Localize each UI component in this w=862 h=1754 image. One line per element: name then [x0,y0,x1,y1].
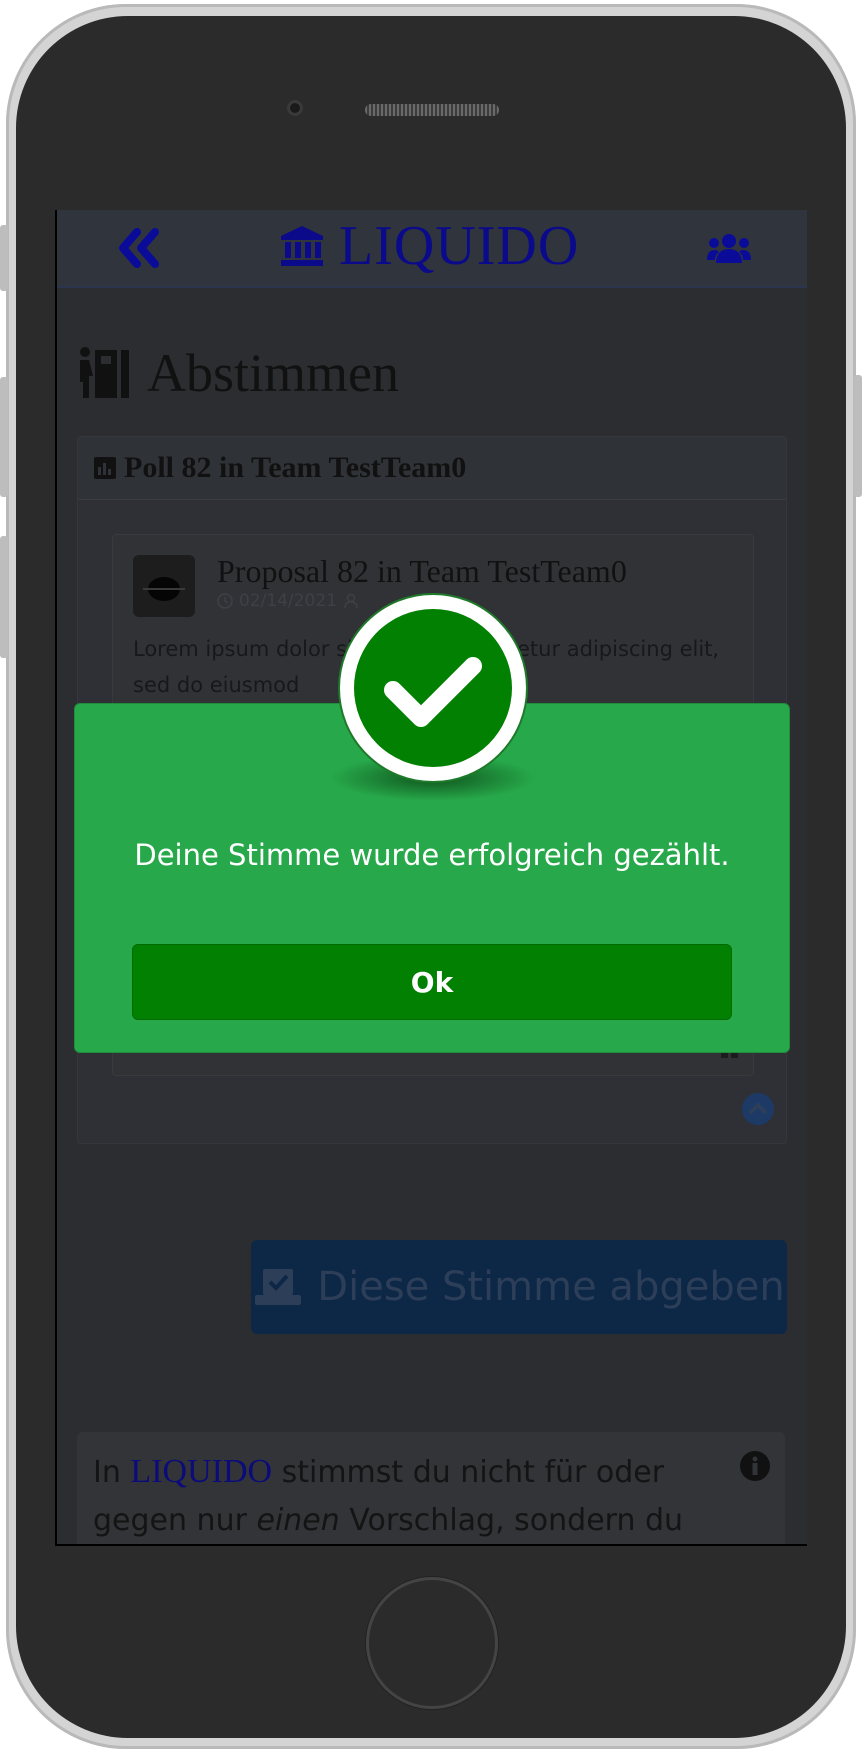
chevron-up-icon[interactable] [742,1093,774,1125]
team-button[interactable] [707,232,751,268]
page-title-row: Abstimmen [77,342,399,404]
info-emphasis: einen [256,1503,340,1538]
poll-chart-icon [94,457,116,479]
side-button [0,377,8,497]
info-text: In LIQUIDO stimmst du nicht für oder geg… [93,1448,693,1544]
camera [287,100,303,116]
side-button [0,225,8,291]
info-card: In LIQUIDO stimmst du nicht für oder geg… [77,1432,785,1544]
info-text-2: gegen nur [93,1503,247,1538]
bank-icon [281,226,323,266]
info-icon[interactable] [739,1450,771,1486]
page-title: Abstimmen [147,343,399,403]
check-icon [337,592,529,784]
back-button[interactable] [117,228,161,279]
proposal-title[interactable]: Proposal 82 in Team TestTeam0 [217,553,627,590]
speaker [365,104,499,116]
home-button[interactable] [366,1577,498,1709]
info-text-1: stimmst du nicht für oder [281,1455,665,1490]
double-chevron-left-icon [119,228,159,268]
cast-vote-label: Diese Stimme abgeben [317,1264,785,1310]
app-header: LIQUIDO [57,210,807,288]
brand-name: LIQUIDO [339,215,580,277]
cast-vote-button[interactable]: Diese Stimme abgeben [251,1240,787,1334]
poll-card-header: Poll 82 in Team TestTeam0 [78,437,786,500]
proposal-date: 02/14/2021 [239,591,337,611]
brand-logo[interactable]: LIQUIDO [279,215,580,277]
info-brand: LIQUIDO [130,1453,273,1490]
proposal-image [133,555,195,617]
side-button [854,375,862,497]
info-text-3: Vorschlag, sondern du [349,1503,684,1538]
ok-button[interactable]: Ok [132,944,732,1020]
info-prefix: In [93,1455,121,1490]
clock-icon [217,593,233,609]
poll-title[interactable]: Poll 82 in Team TestTeam0 [124,451,466,485]
dialog-message: Deine Stimme wurde erfolgreich gezählt. [134,838,730,872]
users-icon [707,234,751,263]
side-button [0,536,8,658]
vote-box-icon [255,1269,302,1305]
vote-booth-icon [80,347,129,398]
